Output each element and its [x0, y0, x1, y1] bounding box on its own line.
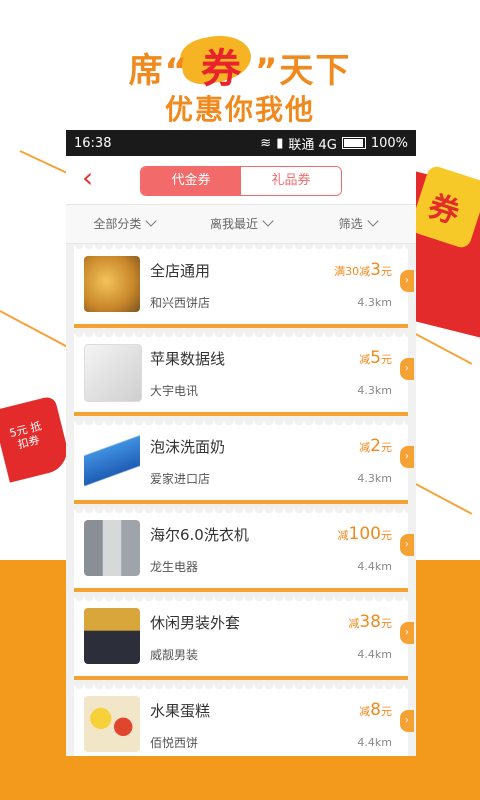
product-image: [84, 432, 140, 488]
price-amount: 38: [359, 612, 381, 632]
decor-line: [0, 310, 72, 350]
price-prefix: 减: [359, 353, 371, 366]
shop-name: 威靓男装: [150, 648, 199, 662]
price-prefix: 减: [337, 529, 349, 542]
price-prefix: 减: [359, 441, 371, 454]
chevron-right-icon[interactable]: ›: [400, 358, 414, 380]
back-arrow-icon[interactable]: ‹: [82, 164, 93, 192]
discount-badge-text: 5元 抵扣券: [8, 419, 43, 452]
product-image: [84, 256, 140, 312]
price-unit: 元: [381, 617, 392, 630]
product-image: [84, 608, 140, 664]
price-unit: 元: [381, 265, 392, 278]
shop-name: 和兴西饼店: [150, 296, 211, 310]
promo-subtitle: 优惠你我他: [164, 93, 315, 126]
price-amount: 100: [348, 524, 381, 544]
price-prefix: 减: [359, 705, 371, 718]
coupon-title: 水果蛋糕: [150, 702, 211, 720]
coupon-price: 满30减3元: [334, 260, 392, 280]
signal-icon: ▮: [276, 135, 284, 151]
price-amount: 2: [370, 436, 381, 456]
coupon-card[interactable]: 苹果数据线 大宇电讯 减5元 4.3km ›: [74, 333, 414, 416]
coupon-title: 休闲男装外套: [150, 614, 241, 632]
status-battery: 100%: [370, 135, 408, 151]
price-prefix: 减: [348, 617, 360, 630]
chevron-right-icon[interactable]: ›: [400, 622, 414, 644]
distance-label: 4.4km: [357, 736, 392, 749]
chevron-down-icon: [262, 215, 274, 227]
coupon-price: 减8元: [359, 700, 392, 720]
coupon-card[interactable]: 海尔6.0洗衣机 龙生电器 减100元 4.4km ›: [74, 509, 414, 592]
coupon-price: 减100元: [338, 524, 392, 544]
price-unit: 元: [381, 529, 392, 542]
wifi-icon: ≋: [260, 135, 272, 151]
status-time: 16:38: [74, 135, 112, 151]
filter-options-label: 筛选: [338, 217, 363, 231]
coupon-card[interactable]: 水果蛋糕 佰悦西饼 减8元 4.4km ›: [74, 685, 414, 756]
distance-label: 4.3km: [357, 472, 392, 485]
shop-name: 爱家进口店: [150, 472, 211, 486]
coupon-price: 减2元: [359, 436, 392, 456]
coupon-title: 海尔6.0洗衣机: [150, 526, 249, 544]
filter-category[interactable]: 全部分类: [66, 205, 183, 243]
chevron-down-icon: [145, 215, 158, 227]
distance-label: 4.4km: [357, 560, 392, 573]
filter-category-label: 全部分类: [93, 217, 142, 231]
product-image: [84, 696, 140, 752]
promo-highlight: 券: [189, 36, 255, 94]
coupon-price: 减38元: [348, 612, 392, 632]
price-amount: 3: [370, 260, 381, 280]
tab-voucher[interactable]: 代金券: [141, 167, 241, 195]
chevron-right-icon[interactable]: ›: [400, 270, 414, 292]
promo-text-left: 席: [128, 51, 165, 91]
filter-bar: 全部分类 离我最近 筛选: [66, 204, 416, 244]
coupon-price: 减5元: [359, 348, 392, 368]
shop-name: 佰悦西饼: [150, 736, 199, 750]
status-bar: 16:38 ≋ ▮ 联通 4G 100%: [66, 130, 416, 156]
distance-label: 4.4km: [357, 648, 392, 661]
filter-options[interactable]: 筛选: [299, 205, 416, 243]
discount-badge-icon: 5元 抵扣券: [0, 395, 73, 483]
price-prefix: 满30减: [334, 265, 371, 278]
shop-name: 龙生电器: [150, 560, 199, 574]
battery-icon: [341, 137, 366, 149]
distance-label: 4.3km: [357, 296, 392, 309]
coupon-title: 全店通用: [150, 262, 211, 280]
coupon-card[interactable]: 泡沫洗面奶 爱家进口店 减2元 4.3km ›: [74, 421, 414, 504]
status-carrier: 联通 4G: [288, 137, 337, 153]
price-unit: 元: [381, 705, 392, 718]
coupon-title: 苹果数据线: [150, 350, 226, 368]
chevron-right-icon[interactable]: ›: [400, 710, 414, 732]
price-unit: 元: [381, 353, 392, 366]
coupon-badge-text: 券: [424, 188, 464, 232]
promo-text-right: 天下: [279, 51, 352, 91]
chevron-down-icon: [367, 215, 379, 227]
price-amount: 5: [370, 348, 381, 368]
price-unit: 元: [381, 441, 392, 454]
promo-quote-close: ”: [255, 51, 280, 91]
tab-gift-card[interactable]: 礼品券: [241, 167, 341, 195]
promo-title: 席“ 券 ”天下: [0, 36, 480, 94]
nav-bar: ‹ 代金券 礼品券: [66, 156, 416, 204]
promo-quote-open: “: [164, 51, 189, 91]
chevron-right-icon[interactable]: ›: [400, 446, 414, 468]
price-amount: 8: [370, 700, 381, 720]
chevron-right-icon[interactable]: ›: [400, 534, 414, 556]
filter-distance[interactable]: 离我最近: [183, 205, 300, 243]
distance-label: 4.3km: [357, 384, 392, 397]
filter-distance-label: 离我最近: [210, 217, 259, 231]
product-image: [84, 344, 142, 402]
phone-screen: 16:38 ≋ ▮ 联通 4G 100% ‹ 代金券 礼品券 全部分类 离我最近…: [66, 130, 416, 756]
shop-name: 大宇电讯: [150, 384, 199, 398]
coupon-type-tabs: 代金券 礼品券: [140, 166, 342, 196]
coupon-card[interactable]: 全店通用 和兴西饼店 满30减3元 4.3km ›: [74, 245, 414, 328]
coupon-card[interactable]: 休闲男装外套 威靓男装 减38元 4.4km ›: [74, 597, 414, 680]
decor-line: [409, 480, 473, 515]
decor-line: [409, 330, 473, 365]
coupon-title: 泡沫洗面奶: [150, 438, 226, 456]
product-image: [84, 520, 140, 576]
status-right: ≋ ▮ 联通 4G 100%: [260, 134, 408, 153]
